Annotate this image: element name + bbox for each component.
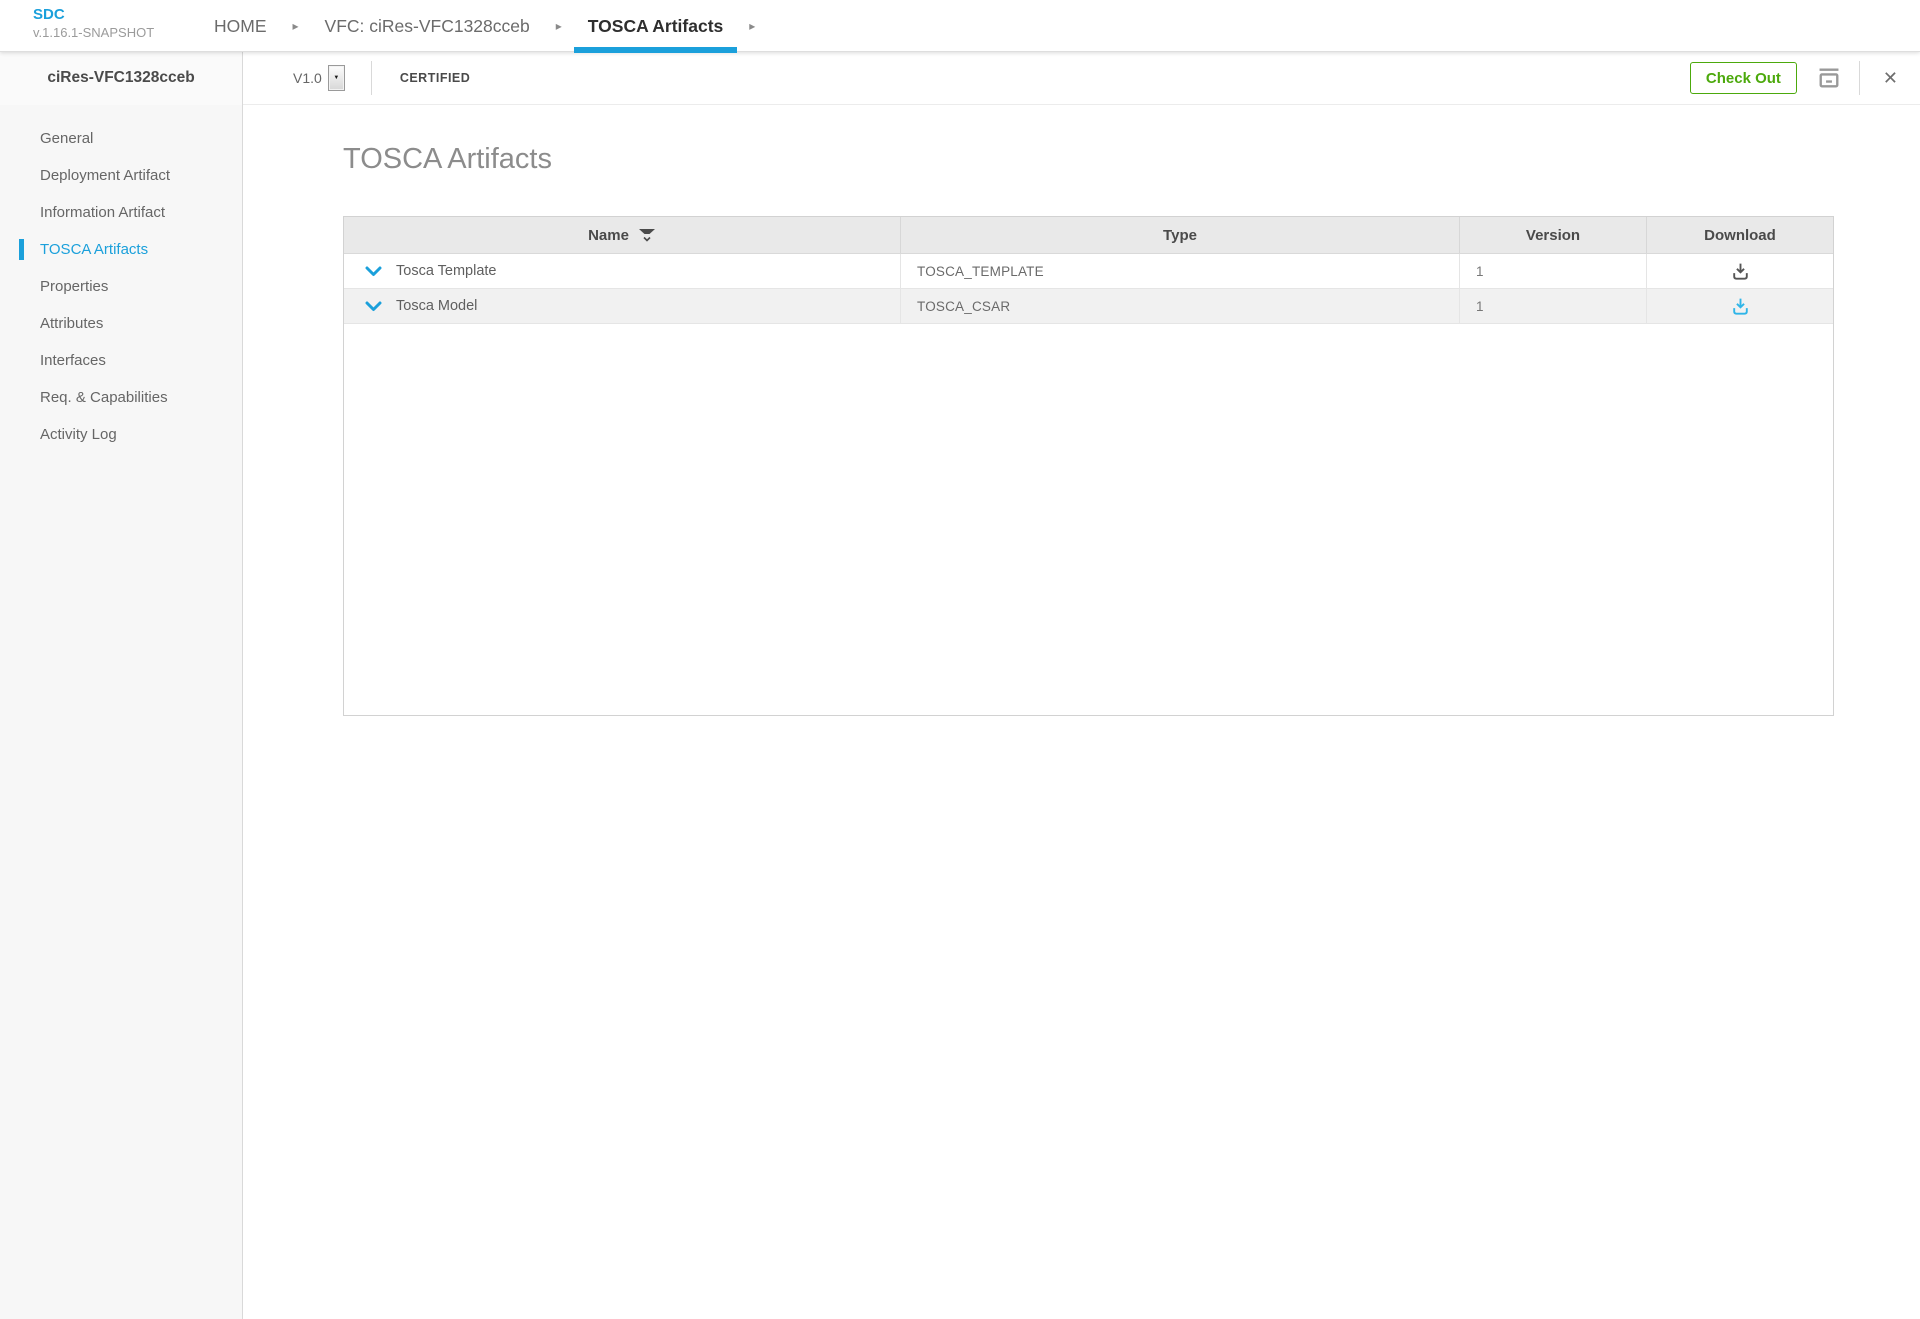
chevron-right-icon: ▸ (556, 0, 562, 52)
artifact-name: Tosca Template (396, 263, 496, 279)
sidebar-item-deployment-artifact[interactable]: Deployment Artifact (0, 157, 242, 194)
artifact-name-cell: Tosca Model (344, 289, 901, 323)
breadcrumb-tosca-label: TOSCA Artifacts (588, 16, 724, 37)
table-row-tosca-template[interactable]: Tosca Template TOSCA_TEMPLATE 1 (344, 254, 1833, 289)
column-header-type: Type (901, 217, 1460, 253)
divider (1859, 61, 1860, 95)
column-label: Name (588, 227, 629, 244)
sidebar-item-properties[interactable]: Properties (0, 268, 242, 305)
artifact-type: TOSCA_CSAR (917, 299, 1010, 314)
table-header-row: Name Type Version Download (344, 217, 1833, 254)
header-actions: Check Out ✕ (1690, 61, 1920, 95)
column-label: Version (1526, 227, 1580, 244)
breadcrumb-home[interactable]: HOME (200, 0, 281, 52)
sidebar-item-tosca-artifacts[interactable]: TOSCA Artifacts (0, 231, 242, 268)
artifact-version: 1 (1476, 299, 1484, 314)
lifecycle-status-badge: CERTIFIED (400, 71, 470, 85)
sidebar-item-interfaces[interactable]: Interfaces (0, 342, 242, 379)
expand-chevron-down-icon[interactable] (365, 301, 382, 312)
version-dropdown[interactable]: ▼ (328, 65, 345, 91)
artifact-version-cell: 1 (1460, 289, 1647, 323)
expand-chevron-down-icon[interactable] (365, 266, 382, 277)
print-icon[interactable] (1816, 66, 1842, 90)
sort-filter-icon[interactable] (638, 227, 656, 243)
breadcrumb-home-label: HOME (214, 16, 267, 37)
breadcrumb-vfc[interactable]: VFC: ciRes-VFC1328cceb (311, 0, 544, 52)
sidebar-item-label: General (40, 130, 93, 147)
active-item-indicator (19, 239, 24, 260)
artifact-version: 1 (1476, 264, 1484, 279)
sidebar-item-label: TOSCA Artifacts (40, 241, 148, 258)
column-header-download: Download (1647, 217, 1833, 253)
sidebar-item-label: Interfaces (40, 352, 106, 369)
artifact-download-cell (1647, 289, 1833, 323)
breadcrumb: HOME ▸ VFC: ciRes-VFC1328cceb ▸ TOSCA Ar… (200, 0, 767, 52)
chevron-right-icon: ▸ (749, 0, 755, 52)
sidebar-item-label: Information Artifact (40, 204, 165, 221)
check-out-button[interactable]: Check Out (1690, 62, 1797, 94)
sidebar-item-req-capabilities[interactable]: Req. & Capabilities (0, 379, 242, 416)
artifact-download-cell (1647, 254, 1833, 288)
close-icon[interactable]: ✕ (1877, 68, 1904, 89)
artifact-type: TOSCA_TEMPLATE (917, 264, 1044, 279)
sidebar-item-general[interactable]: General (0, 120, 242, 157)
artifact-name-cell: Tosca Template (344, 254, 901, 288)
column-label: Download (1704, 227, 1776, 244)
download-icon[interactable] (1730, 261, 1751, 282)
sidebar-item-attributes[interactable]: Attributes (0, 305, 242, 342)
chevron-right-icon: ▸ (293, 0, 299, 52)
version-selector[interactable]: V1.0 ▼ (293, 65, 345, 91)
artifact-version-cell: 1 (1460, 254, 1647, 288)
download-icon[interactable] (1730, 296, 1751, 317)
version-label: V1.0 (293, 70, 322, 86)
artifact-type-cell: TOSCA_CSAR (901, 289, 1460, 323)
sidebar-item-label: Deployment Artifact (40, 167, 170, 184)
sidebar-item-label: Attributes (40, 315, 103, 332)
main-content: TOSCA Artifacts Name Type Version Downlo… (243, 105, 1920, 1319)
page-title: TOSCA Artifacts (343, 143, 552, 176)
table-row-tosca-model[interactable]: Tosca Model TOSCA_CSAR 1 (344, 289, 1833, 324)
sidebar-item-label: Req. & Capabilities (40, 389, 168, 406)
top-bar: SDC v.1.16.1-SNAPSHOT HOME ▸ VFC: ciRes-… (0, 0, 1920, 52)
sdc-logo: SDC v.1.16.1-SNAPSHOT (33, 6, 154, 41)
app-version: v.1.16.1-SNAPSHOT (33, 25, 154, 41)
column-header-name[interactable]: Name (344, 217, 901, 253)
breadcrumb-tosca-artifacts[interactable]: TOSCA Artifacts (574, 0, 738, 52)
column-header-version: Version (1460, 217, 1647, 253)
sidebar-item-label: Properties (40, 278, 108, 295)
artifact-type-cell: TOSCA_TEMPLATE (901, 254, 1460, 288)
caret-down-icon: ▼ (333, 75, 339, 81)
artifact-name: Tosca Model (396, 298, 477, 314)
divider (371, 61, 372, 95)
entity-name: ciRes-VFC1328cceb (0, 52, 243, 105)
entity-header-bar: ciRes-VFC1328cceb V1.0 ▼ CERTIFIED Check… (0, 52, 1920, 105)
sidebar: General Deployment Artifact Information … (0, 105, 243, 1319)
app-name: SDC (33, 6, 154, 25)
column-label: Type (1163, 227, 1197, 244)
sidebar-item-label: Activity Log (40, 426, 117, 443)
sidebar-item-activity-log[interactable]: Activity Log (0, 416, 242, 453)
breadcrumb-vfc-label: VFC: ciRes-VFC1328cceb (325, 16, 530, 37)
tosca-artifacts-table: Name Type Version Download (343, 216, 1834, 716)
sidebar-item-information-artifact[interactable]: Information Artifact (0, 194, 242, 231)
